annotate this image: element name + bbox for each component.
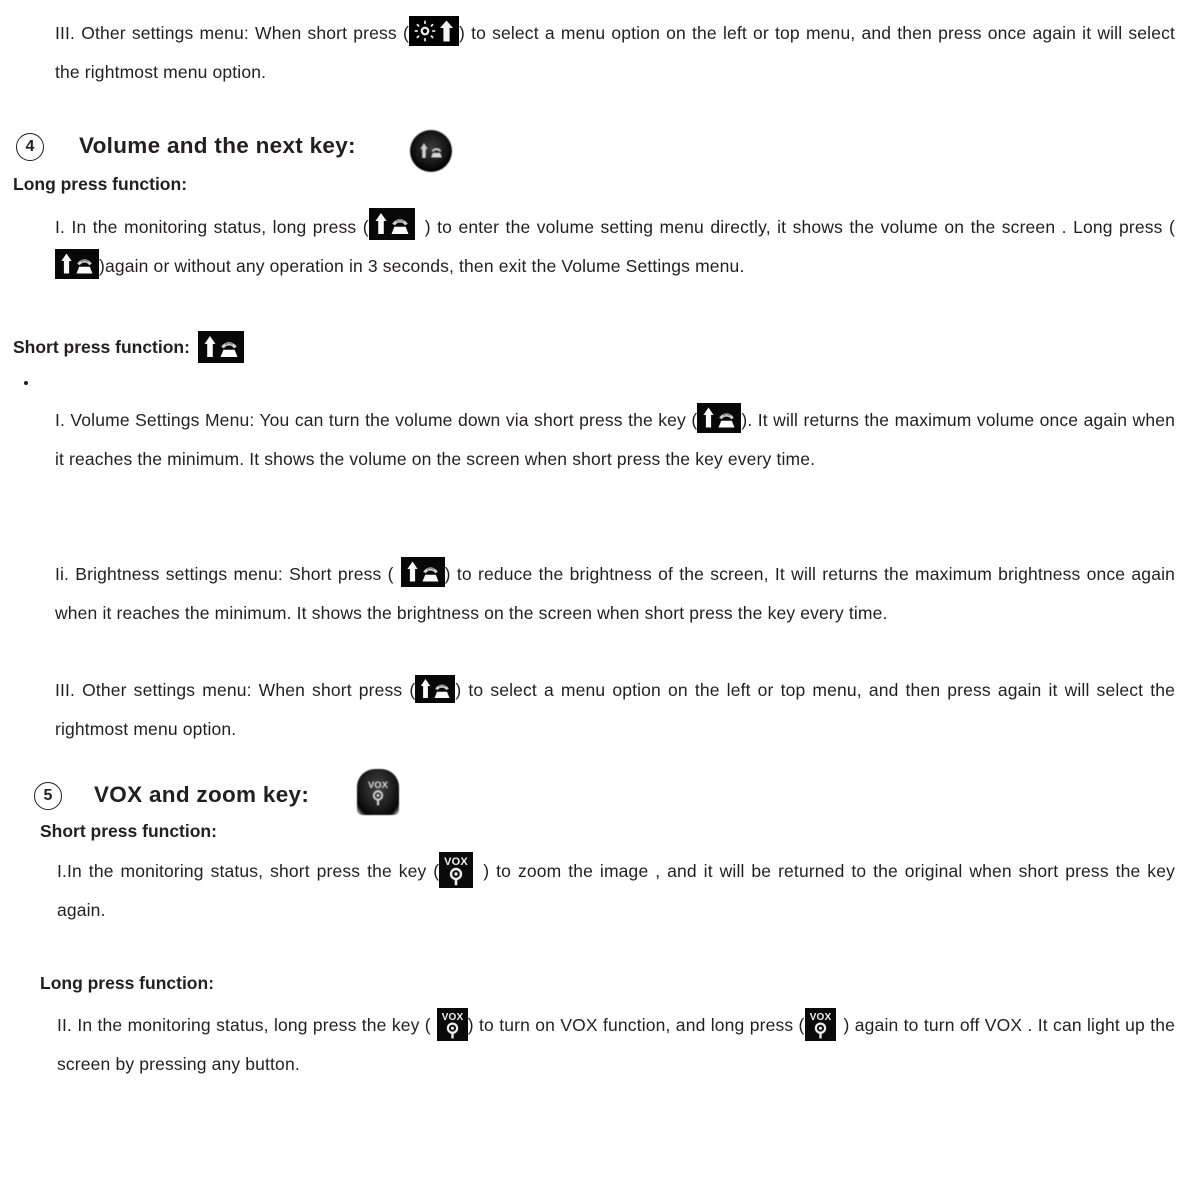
s4-lp1-prefix: I. In the monitoring status, long press … [55, 217, 369, 237]
vox-zoom-key-icon: VOX [436, 1008, 468, 1041]
s4-lp1-suffix: )again or without any operation in 3 sec… [99, 256, 745, 276]
s5-sp1-prefix: I.In the monitoring status, short press … [57, 861, 440, 881]
volume-down-key-icon [197, 331, 244, 363]
svg-text:VOX: VOX [444, 856, 468, 868]
s4-sp2-prefix: Ii. Brightness settings menu: Short pres… [55, 564, 394, 584]
svg-text:VOX: VOX [368, 780, 389, 791]
section4-short-press-label-text: Short press function: [13, 337, 190, 357]
stray-bullet-mark [24, 381, 28, 385]
s4-sp1-prefix: I. Volume Settings Menu: You can turn th… [55, 410, 698, 430]
section4-short-press-label: Short press function: [13, 331, 244, 363]
volume-next-round-key-icon [410, 130, 452, 172]
section4-short-press-item-1: I. Volume Settings Menu: You can turn th… [55, 401, 1175, 479]
top-other-settings-prefix: III. Other settings menu: When short pre… [55, 23, 409, 43]
svg-text:VOX: VOX [809, 1012, 831, 1023]
volume-down-key-icon [368, 208, 415, 240]
volume-down-key-icon [415, 675, 456, 703]
section5-short-press-item-1: I.In the monitoring status, short press … [57, 852, 1175, 930]
section4-short-press-item-2: Ii. Brightness settings menu: Short pres… [55, 555, 1175, 633]
s5-lp1-middle: ) to turn on VOX function, and long pres… [467, 1015, 805, 1035]
vox-zoom-key-icon: VOX [804, 1008, 836, 1041]
section5-long-press-item-1: II. In the monitoring status, long press… [57, 1006, 1175, 1084]
section4-short-press-item-3: III. Other settings menu: When short pre… [55, 671, 1175, 749]
volume-down-key-icon [697, 403, 742, 433]
svg-text:VOX: VOX [441, 1012, 463, 1023]
section4-long-press-label: Long press function: [13, 174, 188, 194]
s4-sp3-prefix: III. Other settings menu: When short pre… [55, 680, 416, 700]
section-4-number: 4 [16, 133, 44, 161]
section-5-title: VOX and zoom key: [94, 782, 310, 807]
section5-short-press-label: Short press function: [40, 821, 217, 841]
vox-zoom-dome-key-icon: VOX [357, 769, 399, 815]
top-other-settings-paragraph: III. Other settings menu: When short pre… [55, 14, 1175, 92]
volume-down-key-icon [400, 557, 445, 587]
section4-long-press-item-1: I. In the monitoring status, long press … [55, 208, 1175, 286]
section-5-number: 5 [34, 782, 62, 810]
section5-long-press-label: Long press function: [40, 973, 215, 993]
s4-lp1-middle: ) to enter the volume setting menu direc… [424, 217, 1175, 237]
vox-zoom-key-icon: VOX [439, 852, 474, 888]
s5-lp1-prefix: II. In the monitoring status, long press… [57, 1015, 431, 1035]
brightness-up-key-icon [408, 16, 459, 46]
document-page: III. Other settings menu: When short pre… [0, 0, 1200, 1200]
volume-down-key-icon [55, 249, 99, 279]
section-4-title: Volume and the next key: [79, 133, 356, 158]
